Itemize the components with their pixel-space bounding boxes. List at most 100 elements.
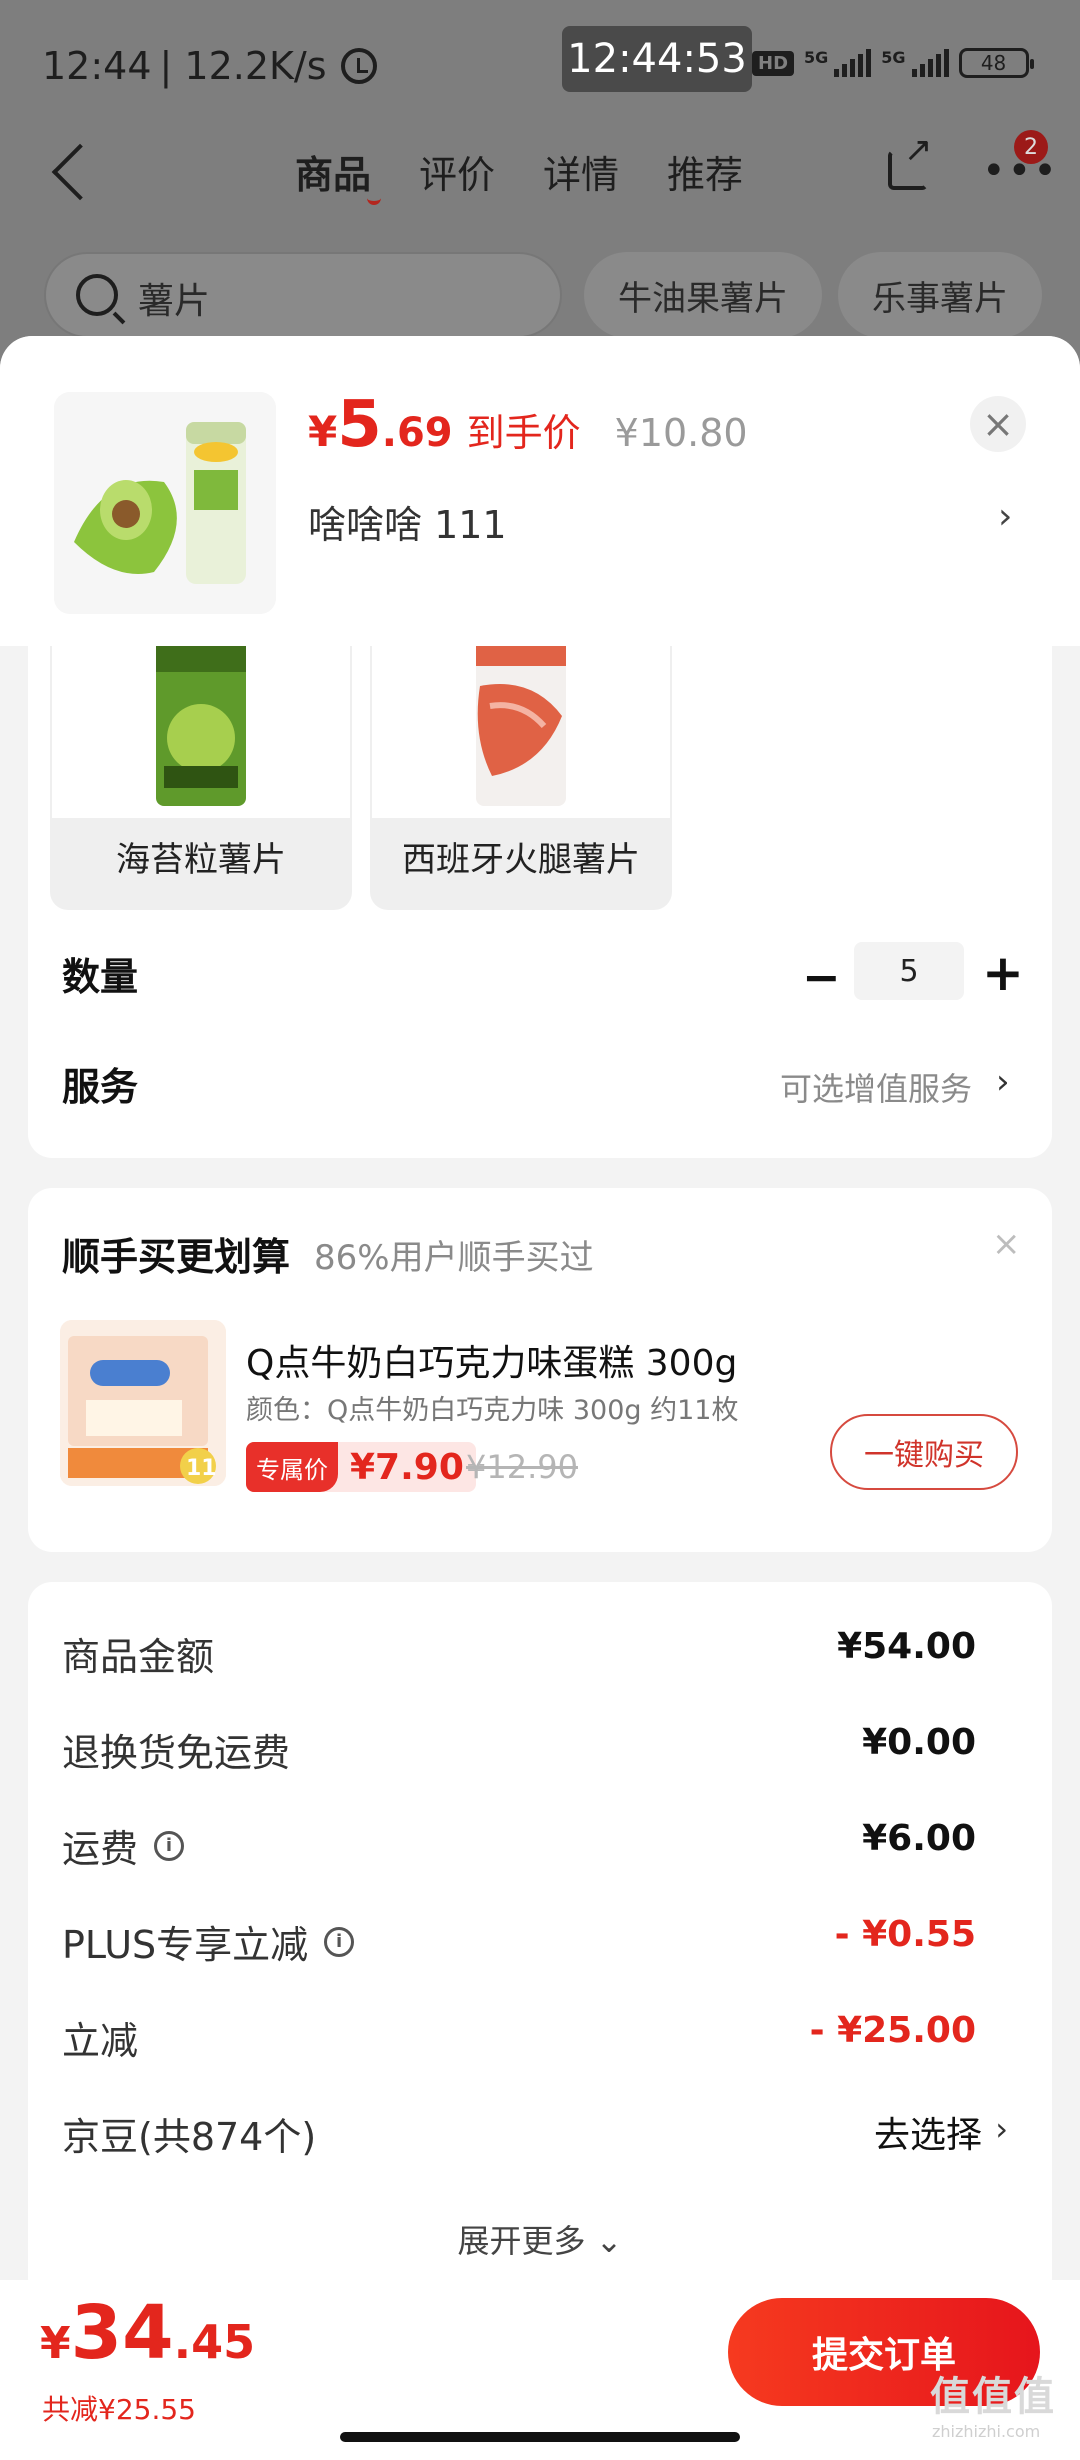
price-currency: ¥ bbox=[308, 407, 338, 456]
total-currency: ¥ bbox=[40, 2318, 71, 2369]
info-icon[interactable]: i bbox=[324, 1926, 355, 1957]
close-button[interactable]: × bbox=[970, 396, 1026, 452]
summary-value: ¥54.00 bbox=[837, 1626, 976, 1667]
summary-row-plus-discount: PLUS专享立减 i - ¥0.55 bbox=[62, 1914, 1022, 1974]
summary-label-text: 退换货免运费 bbox=[62, 1731, 291, 1775]
back-icon[interactable] bbox=[51, 143, 109, 201]
summary-label-text: 立减 bbox=[62, 2019, 139, 2063]
original-price: ¥10.80 bbox=[614, 411, 748, 455]
quantity-increase-button[interactable]: + bbox=[982, 944, 1024, 1002]
total-decimal: .45 bbox=[173, 2315, 256, 2369]
summary-label-text: 京豆(共874个) bbox=[62, 2115, 317, 2159]
options-card: 海苔粒薯片 西班牙火腿薯片 数量 − 5 + 服务 可选增值服务 › bbox=[28, 646, 1052, 1158]
bundle-card: 顺手买更划算 86%用户顺手买过 × 11 Q点牛奶白巧克力味蛋糕 300g 颜… bbox=[28, 1188, 1052, 1552]
tab-recommend[interactable]: 推荐 bbox=[667, 144, 743, 199]
home-indicator[interactable] bbox=[340, 2432, 740, 2442]
tab-reviews[interactable]: 评价 bbox=[419, 144, 495, 199]
jingdou-select-link[interactable]: 去选择 bbox=[874, 2106, 982, 2158]
summary-row-discount: 立减 - ¥25.00 bbox=[62, 2010, 1022, 2070]
summary-value: ¥6.00 bbox=[862, 1818, 976, 1859]
alarm-icon bbox=[340, 48, 377, 84]
expand-more-button[interactable]: 展开更多 ⌄ bbox=[28, 2216, 1052, 2262]
total-integer: 34 bbox=[70, 2290, 174, 2376]
summary-row-shipping: 运费 i ¥6.00 bbox=[62, 1818, 1022, 1878]
chevron-right-icon[interactable]: › bbox=[998, 496, 1012, 537]
summary-label: 运费 i bbox=[62, 1818, 185, 1873]
summary-label: PLUS专享立减 i bbox=[62, 1914, 355, 1969]
product-thumbnail bbox=[54, 392, 276, 614]
bundle-item-name[interactable]: Q点牛奶白巧克力味蛋糕 300g bbox=[246, 1334, 737, 1386]
bundle-subtitle: 86%用户顺手买过 bbox=[314, 1238, 594, 1278]
bundle-title: 顺手买更划算 bbox=[62, 1235, 291, 1279]
summary-label: 商品金额 bbox=[62, 1626, 214, 1681]
final-price-label: 到手价 bbox=[466, 411, 581, 455]
order-sheet: ¥ 5 .69 到手价 ¥10.80 × 啥啥啥 111 › 海苔粒薯片 西班牙… bbox=[0, 336, 1080, 2460]
summary-label-text: 运费 bbox=[62, 1827, 139, 1871]
service-label: 服务 bbox=[62, 1065, 139, 1109]
watermark-url: zhizhizhi.com bbox=[932, 2422, 1041, 2441]
total-price: ¥ 34 .45 bbox=[40, 2290, 255, 2376]
tab-product[interactable]: 商品 bbox=[295, 144, 382, 205]
total-saved: 共减¥25.55 bbox=[42, 2393, 196, 2426]
quantity-label: 数量 bbox=[62, 955, 139, 999]
bottom-bar: ¥ 34 .45 共减¥25.55 提交订单 值值值 zhizhizhi.com bbox=[0, 2280, 1080, 2460]
summary-label-text: PLUS专享立减 bbox=[62, 1923, 309, 1967]
one-click-buy-button[interactable]: 一键购买 bbox=[830, 1414, 1018, 1490]
bundle-item-image: 11 bbox=[60, 1320, 226, 1486]
bundle-original-price: ¥12.90 bbox=[466, 1448, 578, 1486]
summary-row-goods: 商品金额 ¥54.00 bbox=[62, 1626, 1022, 1686]
notification-badge: 2 bbox=[1014, 130, 1048, 164]
status-speed: | 12.2K/s bbox=[159, 44, 327, 88]
chevron-right-icon[interactable]: › bbox=[995, 2110, 1008, 2148]
flavor-option-ham[interactable]: 西班牙火腿薯片 bbox=[370, 646, 672, 910]
bundle-close-icon[interactable]: × bbox=[992, 1224, 1021, 1264]
flavor-label-seaweed: 海苔粒薯片 bbox=[116, 840, 286, 880]
flavor-option-seaweed[interactable]: 海苔粒薯片 bbox=[50, 646, 352, 910]
summary-row-jingdou[interactable]: 京豆(共874个) 去选择 › bbox=[62, 2106, 1022, 2166]
info-icon[interactable]: i bbox=[154, 1830, 185, 1861]
hd-icon: HD bbox=[752, 50, 795, 76]
network-label-2: 5G bbox=[881, 48, 906, 67]
summary-value: ¥0.00 bbox=[862, 1722, 976, 1763]
exclusive-price: ¥7.90 bbox=[350, 1446, 464, 1488]
summary-value: - ¥0.55 bbox=[834, 1914, 976, 1955]
search-chip-avocado[interactable]: 牛油果薯片 bbox=[584, 252, 822, 338]
flavor-image-ham bbox=[372, 646, 670, 818]
price-integer: 5 bbox=[337, 388, 382, 462]
network-label-1: 5G bbox=[804, 48, 829, 67]
product-price: ¥ 5 .69 到手价 ¥10.80 bbox=[308, 388, 748, 462]
summary-row-return-shipping: 退换货免运费 ¥0.00 bbox=[62, 1722, 1022, 1782]
battery-icon: 48 bbox=[958, 48, 1034, 78]
tab-details[interactable]: 详情 bbox=[543, 144, 619, 199]
signal-icon bbox=[834, 49, 872, 77]
share-icon[interactable] bbox=[888, 130, 933, 190]
summary-label: 退换货免运费 bbox=[62, 1722, 290, 1777]
summary-label: 京豆(共874个) bbox=[62, 2106, 316, 2161]
price-decimal: .69 bbox=[381, 410, 453, 456]
status-time: 12:44 bbox=[42, 44, 152, 88]
bundle-item-spec: 颜色：Q点牛奶白巧克力味 300g 约11枚 bbox=[246, 1395, 739, 1426]
chevron-right-icon[interactable]: › bbox=[996, 1062, 1010, 1102]
bundle-image-badge: 11 bbox=[186, 1456, 217, 1481]
quantity-input[interactable]: 5 bbox=[854, 942, 964, 1000]
status-bar: 12:44 | 12.2K/s 12:44:53 HD 5G 5G 48 bbox=[0, 0, 1080, 130]
search-chip-lays[interactable]: 乐事薯片 bbox=[838, 252, 1042, 338]
status-left: 12:44 | 12.2K/s bbox=[42, 44, 377, 88]
product-header: ¥ 5 .69 到手价 ¥10.80 × 啥啥啥 111 › bbox=[0, 336, 1080, 646]
flavor-image-seaweed bbox=[52, 646, 350, 818]
summary-label-text: 商品金额 bbox=[62, 1635, 215, 1679]
overlay-clock: 12:44:53 bbox=[562, 26, 752, 92]
nav-bar: 商品 评价 详情 推荐 ••• 2 bbox=[0, 130, 1080, 230]
price-summary: 商品金额 ¥54.00 退换货免运费 ¥0.00 运费 i ¥6.00 PLUS专… bbox=[28, 1582, 1052, 2302]
watermark: 值值值 bbox=[930, 2374, 1056, 2420]
service-selector[interactable]: 可选增值服务 bbox=[780, 1064, 972, 1110]
search-row: 薯片 牛油果薯片 乐事薯片 bbox=[0, 252, 1080, 338]
summary-label: 立减 bbox=[62, 2010, 138, 2065]
signal-icon-2 bbox=[911, 49, 949, 77]
status-right: HD 5G 5G 48 bbox=[752, 48, 1034, 78]
quantity-decrease-button[interactable]: − bbox=[802, 950, 841, 1004]
exclusive-price-tag: 专属价 bbox=[246, 1442, 338, 1492]
search-input[interactable]: 薯片 bbox=[44, 252, 562, 338]
selected-variant[interactable]: 啥啥啥 111 bbox=[308, 494, 507, 549]
exclusive-price-pill: 专属价 ¥7.90 bbox=[246, 1442, 476, 1492]
